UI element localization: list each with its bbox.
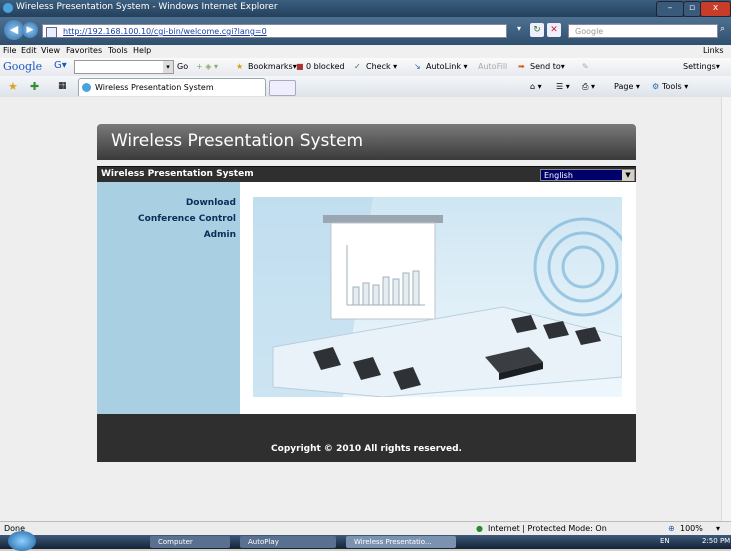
google-menu-button[interactable]: G▾ [54, 60, 67, 71]
language-indicator[interactable]: EN [660, 537, 670, 545]
page-menu-button[interactable]: Page ▾ [614, 82, 640, 91]
add-favorite-icon[interactable]: ✚ [30, 80, 39, 93]
address-field[interactable]: http://192.168.100.10/cgi-bin/welcome.cg… [42, 24, 507, 38]
sub-header-title: Wireless Presentation System [101, 169, 254, 179]
menu-tools[interactable]: Tools [108, 46, 128, 55]
copyright-text: Copyright © 2010 All rights reserved. [271, 444, 462, 454]
google-logo: Google [3, 60, 43, 73]
tools-menu-button[interactable]: Tools ▾ [662, 82, 688, 91]
quick-tabs-icon[interactable]: ▦ [58, 81, 67, 91]
links-label[interactable]: Links [703, 46, 724, 55]
new-tab-button[interactable] [269, 80, 296, 96]
banner: Wireless Presentation System [97, 124, 636, 160]
clock[interactable]: 2:50 PM [702, 537, 730, 545]
security-zone[interactable]: Internet | Protected Mode: On [488, 524, 607, 533]
tab-bar: ★ ✚ ▦ Wireless Presentation System ⌂ ▾ ☰… [0, 76, 731, 98]
home-icon[interactable]: ⌂ ▾ [530, 82, 542, 91]
language-value: English [544, 171, 573, 180]
feeds-icon[interactable]: ☰ ▾ [556, 82, 570, 91]
window-title-bar: Wireless Presentation System - Windows I… [0, 0, 731, 17]
back-arrow-icon[interactable]: ◀ [4, 20, 24, 40]
tab-favicon-icon [82, 83, 91, 92]
maximize-button[interactable]: ▫ [683, 1, 701, 17]
minimize-button[interactable]: – [656, 1, 684, 17]
chevron-down-icon[interactable]: ▼ [622, 170, 634, 181]
search-input[interactable]: Google [568, 24, 718, 38]
refresh-icon[interactable]: ↻ [530, 23, 544, 37]
status-bar: Done ● Internet | Protected Mode: On ⊕ 1… [0, 521, 731, 536]
zoom-level[interactable]: 100% [680, 524, 703, 533]
popup-blocker-icon: ■ [296, 62, 304, 71]
globe-icon: ● [476, 524, 483, 533]
menu-file[interactable]: File [3, 46, 16, 55]
menu-help[interactable]: Help [133, 46, 151, 55]
print-icon[interactable]: ⎙ ▾ [582, 82, 595, 92]
address-toolbar: ◀ ▶ http://192.168.100.10/cgi-bin/welcom… [0, 17, 731, 45]
autolink-button[interactable]: AutoLink ▾ [426, 62, 468, 71]
nav-admin[interactable]: Admin [204, 230, 236, 240]
taskbar-autoplay[interactable]: AutoPlay [240, 536, 336, 548]
google-toolbar: Google G▾ ▾ Go + ◈ ▾ ★ Bookmarks▾ ■ 0 bl… [0, 58, 731, 77]
footer: Copyright © 2010 All rights reserved. [97, 414, 636, 462]
windows-taskbar: Computer AutoPlay Wireless Presentatio..… [0, 531, 731, 551]
banner-title: Wireless Presentation System [111, 131, 364, 151]
zoom-dropdown-icon[interactable]: ▾ [716, 524, 720, 533]
spellcheck-icon: ✓ [354, 62, 361, 71]
menu-view[interactable]: View [41, 46, 60, 55]
close-button[interactable]: x [700, 1, 731, 17]
menu-favorites[interactable]: Favorites [66, 46, 102, 55]
sidebar-nav: Download Conference Control Admin [97, 182, 240, 414]
tools-gear-icon: ⚙ [652, 82, 660, 91]
forward-arrow-icon[interactable]: ▶ [22, 22, 38, 38]
ie-logo-icon [3, 3, 13, 13]
presentation-illustration [253, 197, 622, 397]
language-select[interactable]: English ▼ [540, 169, 635, 181]
autofill-button[interactable]: AutoFill [478, 62, 507, 71]
check-button[interactable]: Check ▾ [366, 62, 397, 71]
send-to-button[interactable]: Send to▾ [530, 62, 565, 71]
search-icon[interactable]: ⌕ [720, 24, 725, 34]
vertical-scrollbar[interactable] [721, 97, 731, 521]
send-icon: ➡ [518, 62, 525, 71]
toolbar-icons[interactable]: + ◈ ▾ [196, 62, 218, 71]
chevron-down-icon[interactable]: ▾ [163, 61, 173, 73]
autolink-icon: ↘ [414, 62, 421, 71]
google-search-input[interactable]: ▾ [74, 60, 174, 74]
go-button[interactable]: Go [177, 62, 188, 71]
nav-conference-control[interactable]: Conference Control [138, 214, 236, 224]
nav-download[interactable]: Download [186, 198, 236, 208]
stop-icon[interactable]: ✕ [547, 23, 561, 37]
popup-blocked-count[interactable]: 0 blocked [306, 62, 345, 71]
taskbar-wireless-presentation[interactable]: Wireless Presentatio... [346, 536, 456, 548]
bookmarks-button[interactable]: Bookmarks▾ [248, 62, 297, 71]
window-title: Wireless Presentation System - Windows I… [16, 2, 278, 12]
star-icon: ★ [236, 62, 244, 71]
start-button[interactable] [8, 531, 36, 551]
taskbar-computer[interactable]: Computer [150, 536, 230, 548]
menu-bar: File Edit View Favorites Tools Help Link… [0, 45, 731, 59]
menu-edit[interactable]: Edit [21, 46, 37, 55]
pencil-icon[interactable]: ✎ [582, 62, 589, 71]
page-icon [46, 27, 57, 38]
address-dropdown-icon[interactable]: ▾ [517, 24, 521, 33]
tab-wireless-presentation[interactable]: Wireless Presentation System [78, 78, 266, 96]
favorites-star-icon[interactable]: ★ [8, 80, 18, 93]
settings-button[interactable]: Settings▾ [683, 62, 720, 71]
zoom-icon: ⊕ [668, 524, 675, 533]
